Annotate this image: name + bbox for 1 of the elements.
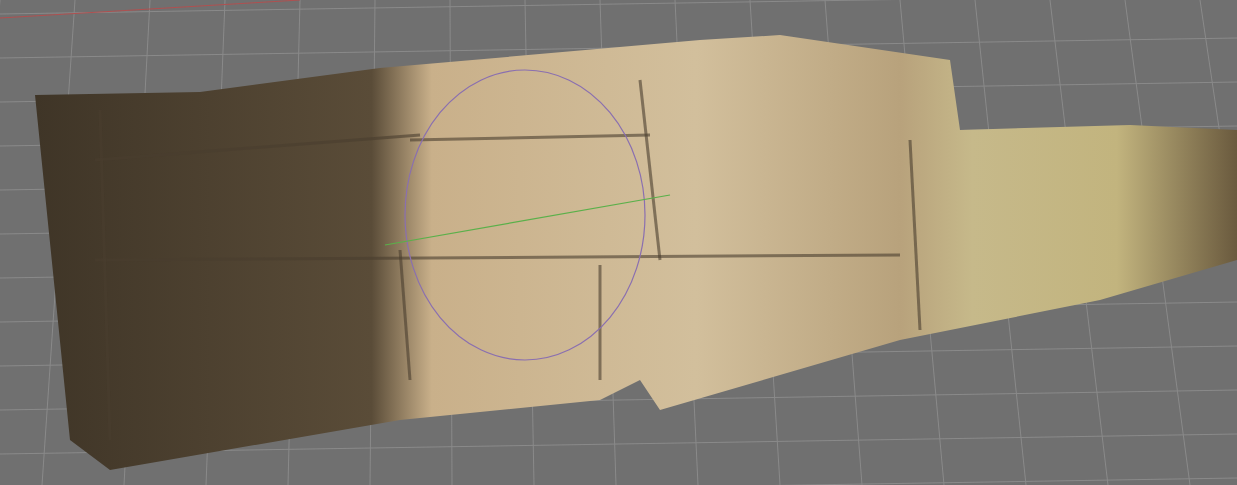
rotation-gizmo-icon[interactable] [384,69,671,361]
